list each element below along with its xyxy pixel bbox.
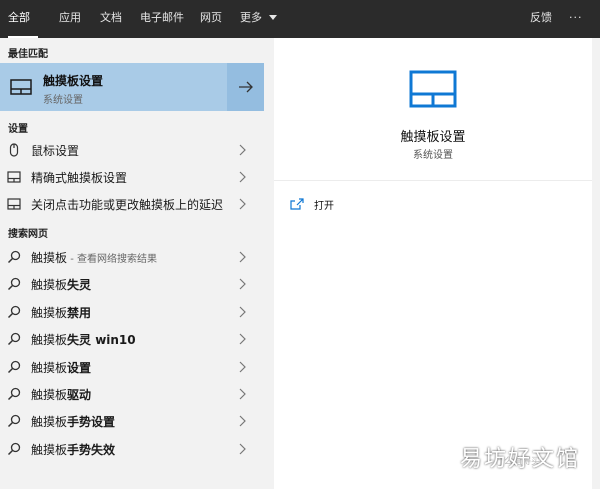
chevron-right-icon (239, 415, 246, 427)
query-prefix: 触摸板 (31, 388, 68, 402)
web-search-item[interactable]: 触摸板设置 (0, 354, 264, 381)
chevron-right-icon (239, 278, 246, 290)
touchpad-icon (10, 79, 32, 95)
query-prefix: 触摸板 (31, 278, 68, 293)
query-hint: - 查看网络搜索结果 (67, 254, 157, 265)
tab-more[interactable]: 更多 (240, 0, 277, 38)
query-prefix: 触摸板 (31, 442, 68, 457)
web-search-label: 触摸板驱动 (31, 386, 91, 403)
more-options-button[interactable]: ··· (569, 0, 583, 38)
web-search-item[interactable]: 触摸板 - 查看网络搜索结果 (0, 244, 264, 271)
settings-header: 设置 (8, 124, 28, 135)
best-match-item[interactable]: 触摸板设置 系统设置 (0, 63, 264, 111)
query-prefix: 触摸板 (31, 333, 68, 348)
query-completion: 驱动 (67, 388, 92, 402)
feedback-label: 反馈 (530, 11, 552, 24)
more-dots-icon: ··· (569, 11, 583, 24)
search-icon (7, 415, 21, 428)
chevron-right-icon (239, 198, 246, 210)
chevron-right-icon (239, 306, 246, 318)
tab-more-label: 更多 (240, 11, 262, 24)
query-prefix: 触摸板 (31, 305, 68, 320)
search-icon (7, 387, 21, 401)
search-icon (7, 442, 21, 455)
tab-all-label: 全部 (8, 11, 30, 24)
search-scope-bar: 全部 应用 文档 电子邮件 网页 更多 反馈 ··· (0, 0, 600, 38)
mouse-icon (9, 143, 19, 157)
chevron-right-icon (239, 171, 246, 183)
preview-pane: 触摸板设置 系统设置 打开 (274, 38, 592, 489)
watermark: 易坊好文馆 (459, 447, 580, 472)
web-search-label: 触摸板失灵 (31, 276, 91, 293)
settings-item-mouse[interactable]: 鼠标设置 (0, 137, 264, 164)
best-match-title: 触摸板设置 (43, 74, 104, 88)
chevron-right-icon (239, 388, 246, 400)
search-icon (7, 360, 21, 373)
settings-item-precision-touchpad[interactable]: 精确式触摸板设置 (0, 164, 264, 191)
query-completion: 失灵 win10 (67, 333, 136, 348)
search-icon (7, 250, 21, 264)
tab-email[interactable]: 电子邮件 (140, 0, 184, 38)
query-prefix: 触摸板 (31, 251, 68, 265)
search-icon (7, 278, 21, 291)
query-completion: 手势失效 (67, 442, 116, 457)
query-completion: 禁用 (67, 305, 92, 320)
chevron-right-icon (239, 443, 246, 455)
query-prefix: 触摸板 (31, 415, 68, 430)
web-search-label: 触摸板禁用 (31, 304, 91, 321)
tab-apps[interactable]: 应用 (59, 0, 81, 38)
tab-documents[interactable]: 文档 (100, 0, 122, 38)
preview-title: 触摸板设置 (400, 130, 466, 145)
caret-down-icon (268, 15, 277, 20)
open-action[interactable]: 打开 (288, 196, 408, 214)
query-completion: 失灵 (67, 278, 92, 293)
tab-documents-label: 文档 (100, 11, 122, 24)
tab-email-label: 电子邮件 (140, 11, 184, 24)
query-completion: 手势设置 (67, 415, 116, 430)
chevron-right-icon (239, 251, 246, 263)
web-search-item[interactable]: 触摸板禁用 (0, 299, 264, 326)
settings-item-label: 精确式触摸板设置 (31, 171, 128, 185)
web-search-item[interactable]: 触摸板驱动 (0, 381, 264, 408)
settings-item-label: 关闭点击功能或更改触摸板上的延迟 (31, 198, 224, 212)
touchpad-icon (7, 198, 21, 210)
touchpad-icon (7, 171, 21, 183)
results-list: 最佳匹配 触摸板设置 系统设置 设置 鼠标设置 精确式触摸板设置 关闭点击功能或… (0, 38, 264, 489)
web-search-header: 搜索网页 (8, 229, 48, 240)
chevron-right-icon (239, 361, 246, 373)
search-icon (7, 305, 21, 318)
web-search-label: 触摸板设置 (31, 359, 91, 376)
settings-item-label: 鼠标设置 (31, 144, 80, 158)
best-match-subtitle: 系统设置 (43, 95, 83, 106)
expand-arrow-button[interactable] (227, 63, 264, 111)
chevron-right-icon (239, 333, 246, 345)
feedback-button[interactable]: 反馈 (530, 0, 552, 38)
tab-web[interactable]: 网页 (200, 0, 222, 38)
web-search-label: 触摸板手势设置 (31, 413, 115, 430)
touchpad-large-icon (409, 70, 457, 108)
web-search-item[interactable]: 触摸板失灵 win10 (0, 326, 264, 353)
query-prefix: 触摸板 (31, 360, 68, 375)
web-search-label: 触摸板手势失效 (31, 441, 115, 458)
web-search-label: 触摸板失灵 win10 (31, 331, 136, 348)
arrow-right-icon (239, 81, 253, 93)
web-search-item[interactable]: 触摸板手势失效 (0, 436, 264, 463)
query-completion: 设置 (67, 360, 92, 375)
tab-all[interactable]: 全部 (8, 0, 38, 38)
web-search-item[interactable]: 触摸板失灵 (0, 271, 264, 298)
preview-subtitle: 系统设置 (413, 150, 453, 161)
tab-web-label: 网页 (200, 11, 222, 24)
tab-apps-label: 应用 (59, 11, 81, 24)
best-match-header: 最佳匹配 (8, 49, 48, 60)
open-external-icon (290, 198, 304, 210)
web-search-label: 触摸板 - 查看网络搜索结果 (31, 249, 157, 266)
chevron-right-icon (239, 144, 246, 156)
search-icon (7, 333, 21, 346)
web-search-item[interactable]: 触摸板手势设置 (0, 408, 264, 435)
settings-item-tap-delay[interactable]: 关闭点击功能或更改触摸板上的延迟 (0, 191, 264, 218)
open-label: 打开 (314, 201, 334, 212)
preview-header: 触摸板设置 系统设置 (274, 38, 592, 181)
